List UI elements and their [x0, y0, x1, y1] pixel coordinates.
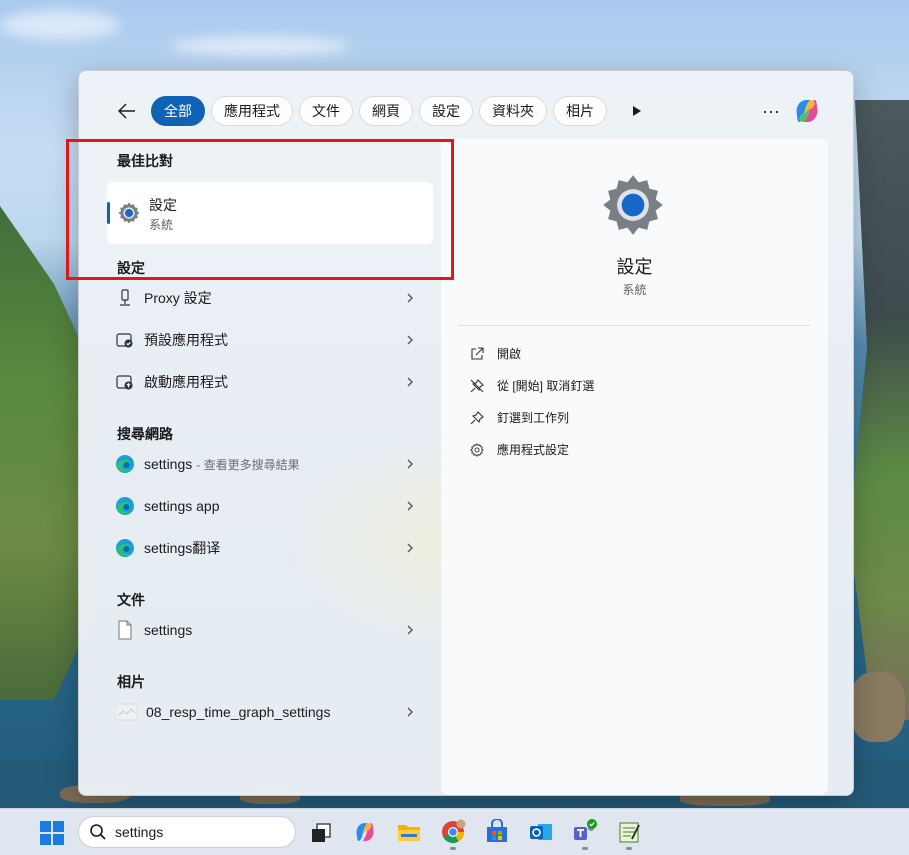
taskbar-search-box[interactable]: settings [78, 816, 296, 848]
edge-icon [115, 496, 135, 516]
taskbar: settings [0, 808, 909, 855]
section-search-web: 搜尋網路 [117, 426, 173, 442]
action-app-settings[interactable]: 應用程式設定 [469, 441, 569, 458]
filter-bar: 全部 應用程式 文件 網頁 設定 資料夾 相片 [115, 95, 647, 127]
teams-icon[interactable] [572, 819, 598, 845]
more-options-button[interactable]: ··· [759, 99, 783, 123]
back-button[interactable] [115, 99, 139, 123]
copilot-icon[interactable] [352, 819, 378, 845]
proxy-icon [115, 288, 135, 308]
running-indicator [626, 847, 632, 850]
action-label: 開啟 [497, 347, 522, 361]
tab-apps[interactable]: 應用程式 [211, 96, 293, 126]
default-apps-icon [115, 330, 135, 350]
edge-icon [115, 538, 135, 558]
open-external-icon [469, 346, 485, 362]
result-label: Proxy 設定 [144, 290, 212, 306]
search-icon [90, 824, 106, 840]
result-web-settings-app[interactable]: settings app [115, 486, 415, 526]
settings-gear-icon [603, 175, 663, 235]
result-document-settings[interactable]: settings [115, 610, 415, 650]
tab-web[interactable]: 網頁 [359, 96, 413, 126]
result-label: settings [144, 456, 193, 472]
detail-subtitle: 系統 [622, 283, 647, 297]
running-indicator [450, 847, 456, 850]
result-label: settings翻译 [144, 540, 221, 556]
pin-icon [469, 410, 485, 426]
outlook-icon[interactable] [528, 819, 554, 845]
action-unpin-start[interactable]: 從 [開始] 取消釘選 [469, 377, 594, 394]
chrome-icon[interactable] [440, 819, 466, 845]
store-icon[interactable] [484, 819, 510, 845]
image-thumbnail [115, 702, 137, 722]
section-documents: 文件 [117, 592, 145, 608]
edge-icon [115, 454, 135, 474]
result-photo-settings[interactable]: 08_resp_time_graph_settings [115, 692, 415, 732]
unpin-icon [469, 378, 485, 394]
tab-folders[interactable]: 資料夾 [479, 96, 547, 126]
tab-settings[interactable]: 設定 [419, 96, 473, 126]
notepad-icon[interactable] [616, 819, 642, 845]
result-label: settings [144, 622, 193, 638]
result-label: settings app [144, 498, 220, 514]
startup-apps-icon [115, 372, 135, 392]
highlight-box [66, 139, 454, 280]
result-label: 預設應用程式 [144, 332, 228, 348]
document-icon [115, 620, 135, 640]
chevron-right-icon [407, 707, 413, 717]
more-tabs-button[interactable] [627, 96, 647, 126]
action-open[interactable]: 開啟 [469, 345, 521, 362]
result-label: 08_resp_time_graph_settings [146, 704, 331, 720]
search-input[interactable]: settings [115, 824, 163, 840]
task-view-icon[interactable] [308, 819, 334, 845]
action-label: 應用程式設定 [497, 443, 570, 457]
tab-documents[interactable]: 文件 [299, 96, 353, 126]
chevron-right-icon [407, 293, 413, 303]
detail-title: 設定 [616, 257, 653, 277]
result-proxy-settings[interactable]: Proxy 設定 [115, 278, 415, 318]
result-startup-apps[interactable]: 啟動應用程式 [115, 362, 415, 402]
chevron-right-icon [407, 543, 413, 553]
copilot-button[interactable] [791, 95, 823, 127]
start-button[interactable] [40, 821, 64, 845]
result-label: 啟動應用程式 [144, 374, 228, 390]
action-label: 釘選到工作列 [497, 411, 570, 425]
play-arrow-icon [633, 106, 641, 116]
copilot-icon [796, 100, 818, 122]
chevron-right-icon [407, 625, 413, 635]
gear-icon [469, 442, 485, 458]
result-suffix: - 查看更多搜尋結果 [196, 457, 300, 472]
chevron-right-icon [407, 377, 413, 387]
tab-all[interactable]: 全部 [151, 96, 205, 126]
action-label: 從 [開始] 取消釘選 [497, 379, 595, 393]
back-arrow-icon [118, 103, 135, 119]
chevron-right-icon [407, 501, 413, 511]
chevron-right-icon [407, 335, 413, 345]
tab-photos[interactable]: 相片 [553, 96, 607, 126]
result-default-apps[interactable]: 預設應用程式 [115, 320, 415, 360]
result-web-settings-translate[interactable]: settings翻译 [115, 528, 415, 568]
chevron-right-icon [407, 459, 413, 469]
running-indicator [582, 847, 588, 850]
result-web-settings[interactable]: settings - 查看更多搜尋結果 [115, 444, 415, 484]
divider [458, 325, 810, 326]
file-explorer-icon[interactable] [396, 819, 422, 845]
action-pin-taskbar[interactable]: 釘選到工作列 [469, 409, 569, 426]
detail-pane: 設定 系統 開啟 從 [開始] 取消釘選 釘選到工作列 應用程式設定 [441, 139, 828, 795]
section-photos: 相片 [117, 674, 145, 690]
